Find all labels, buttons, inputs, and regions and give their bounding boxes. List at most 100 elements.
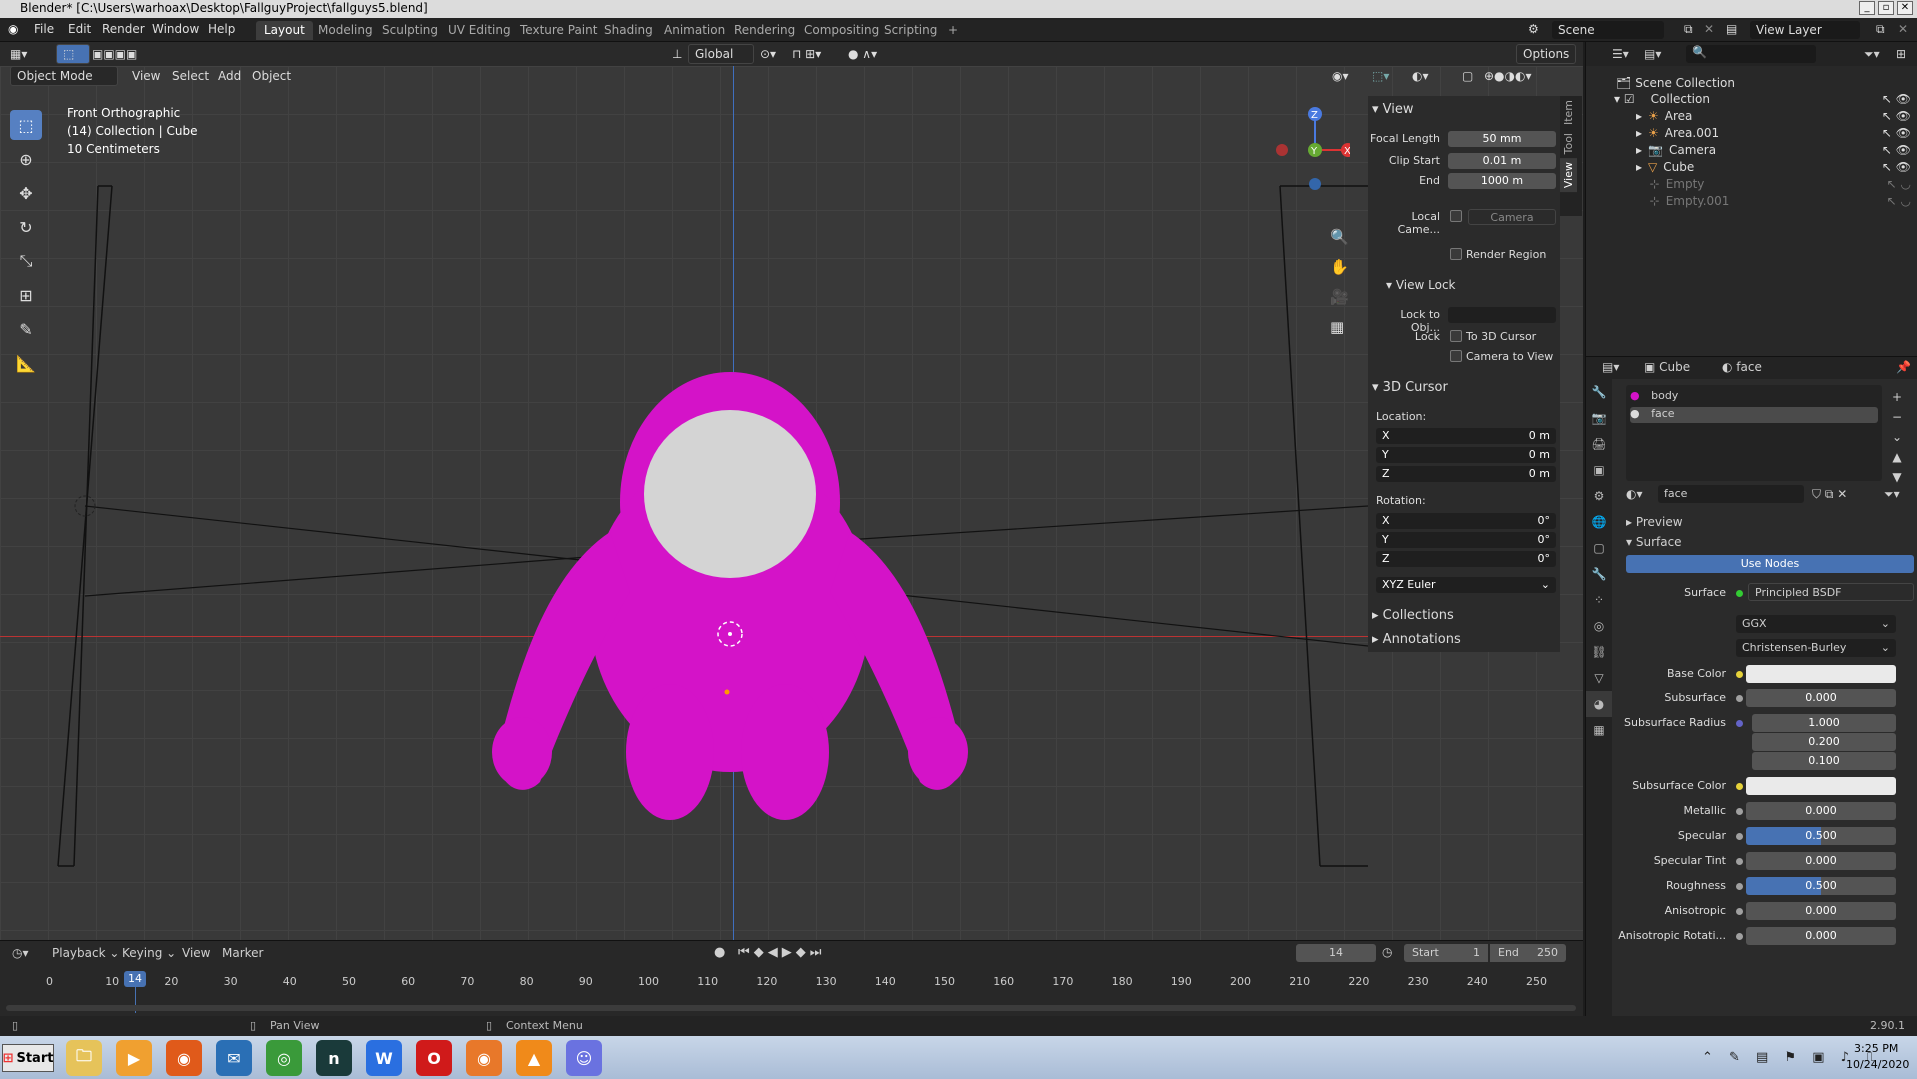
wps-icon[interactable]: W [366, 1040, 402, 1076]
slot-specials-button[interactable]: ⌄ [1892, 427, 1902, 447]
remove-slot-button[interactable]: − [1892, 407, 1902, 427]
tab-uv-editing[interactable]: UV Editing [440, 21, 519, 40]
surface-shader-field[interactable]: Principled BSDF [1748, 583, 1914, 601]
prop-value-field[interactable]: 0.500 [1746, 827, 1896, 845]
editor-type-icon[interactable]: ▦▾ [10, 47, 27, 61]
constraints-tab-icon[interactable]: ⛓ [1586, 639, 1612, 665]
outliner-item-area[interactable]: ▸ ☀ Area [1636, 109, 1692, 123]
scene-field[interactable]: Scene [1552, 21, 1664, 39]
scene-collection-item[interactable]: 🗂 Scene Collection [1616, 76, 1735, 90]
slot-face[interactable]: ● face [1630, 407, 1878, 423]
tab-tool[interactable]: Tool [1560, 129, 1577, 158]
select-box-icon[interactable]: ⬚ [56, 44, 90, 64]
physics-tab-icon[interactable]: ◎ [1586, 613, 1612, 639]
start-frame-field[interactable]: Start 1 [1404, 944, 1488, 962]
camera-view-icon[interactable]: 🎥 [1330, 282, 1349, 312]
cursor-rotation-y[interactable]: Y 0° [1376, 532, 1556, 548]
tab-layout[interactable]: Layout [256, 21, 313, 40]
vp-menu-object[interactable]: Object [252, 69, 291, 83]
media-player-icon[interactable]: ▶ [116, 1040, 152, 1076]
empty001-visibility-icon[interactable]: ↖ ◡ [1887, 194, 1911, 208]
world-tab-icon[interactable]: 🌐 [1586, 509, 1612, 535]
view-section-header[interactable]: ▾ View [1372, 102, 1414, 117]
focal-length-field[interactable]: 50 mm [1448, 131, 1556, 147]
clip-start-field[interactable]: 0.01 m [1448, 153, 1556, 169]
tab-shading[interactable]: Shading [596, 21, 661, 40]
tab-texture-paint[interactable]: Texture Paint [512, 21, 605, 40]
proportional-edit-icon[interactable]: ● ∧▾ [848, 47, 877, 61]
cube-visibility-icon[interactable]: ↖ 👁 [1882, 160, 1911, 174]
use-nodes-button[interactable]: Use Nodes [1626, 555, 1914, 573]
prop-value-field[interactable]: 0.500 [1746, 877, 1896, 895]
vp-menu-add[interactable]: Add [218, 69, 241, 83]
maximize-button[interactable]: ▫ [1878, 1, 1894, 15]
prop-value-field[interactable] [1746, 665, 1896, 683]
gizmo-icon[interactable]: ⬚▾ [1372, 69, 1389, 83]
outliner-item-camera[interactable]: ▸ 📷 Camera [1636, 143, 1716, 157]
overlay-icon[interactable]: ◐▾ [1412, 69, 1429, 83]
mode-dropdown[interactable]: Object Mode [10, 66, 118, 86]
rotation-mode-dropdown[interactable]: XYZ Euler ⌄ [1376, 577, 1556, 593]
area-visibility-icon[interactable]: ↖ 👁 [1882, 109, 1911, 123]
pivot-icon[interactable]: ⊙▾ [760, 47, 776, 61]
end-frame-field[interactable]: End 250 [1490, 944, 1566, 962]
timeline-editor-icon[interactable]: ◷▾ [12, 946, 29, 960]
vlc-icon[interactable]: ▲ [516, 1040, 552, 1076]
menu-file[interactable]: File [34, 22, 54, 36]
tab-rendering[interactable]: Rendering [726, 21, 803, 40]
cursor-tool-icon[interactable]: ⊕ [10, 144, 42, 174]
add-workspace-button[interactable]: + [940, 21, 966, 40]
cursor-location-y[interactable]: Y0 m [1376, 447, 1556, 463]
thunderbird-icon[interactable]: ✉ [216, 1040, 252, 1076]
rotate-tool-icon[interactable]: ↻ [10, 212, 42, 242]
navigation-gizmo[interactable]: Z X Y [1270, 104, 1350, 214]
discord-icon[interactable]: ☺ [566, 1040, 602, 1076]
scale-tool-icon[interactable]: ⤡ [10, 246, 42, 276]
prop-value-field[interactable]: 0.000 [1746, 902, 1896, 920]
start-button[interactable]: ⊞ Start [2, 1044, 54, 1072]
menu-edit[interactable]: Edit [68, 22, 91, 36]
playback-menu[interactable]: Playback ⌄ [52, 946, 119, 960]
view-layer-field[interactable]: View Layer [1750, 21, 1860, 39]
output-tab-icon[interactable]: 🖨 [1586, 431, 1612, 457]
zoom-icon[interactable]: 🔍 [1330, 222, 1349, 252]
display-mode-icon[interactable]: ▤▾ [1644, 47, 1661, 61]
menu-help[interactable]: Help [208, 22, 235, 36]
current-frame-field[interactable]: 14 [1296, 944, 1376, 962]
xray-icon[interactable]: ▢ [1462, 69, 1473, 83]
chrome-icon[interactable]: ◎ [266, 1040, 302, 1076]
render-region-checkbox[interactable] [1450, 248, 1462, 260]
3d-cursor-header[interactable]: ▾ 3D Cursor [1372, 380, 1448, 395]
prop-value-field[interactable]: 1.000 [1752, 714, 1896, 732]
3d-viewport[interactable]: ▦▾ ⬚ ▣▣▣▣ ⊥ Global ⊙▾ ⊓ ⊞▾ ● ∧▾ Options … [0, 42, 1583, 940]
cursor-rotation-x[interactable]: X 0° [1376, 513, 1556, 529]
material-filter-icon[interactable]: ⏷▾ [1884, 487, 1900, 502]
collection-item[interactable]: ▾ ☑ Collection [1614, 92, 1710, 106]
new-collection-icon[interactable]: ⊞ [1896, 47, 1906, 61]
measure-tool-icon[interactable]: 📐 [10, 348, 42, 378]
tab-compositing[interactable]: Compositing [796, 21, 887, 40]
tool-tab-icon[interactable]: 🔧 [1586, 379, 1612, 405]
menu-window[interactable]: Window [152, 22, 199, 36]
camera-to-view-checkbox[interactable] [1450, 350, 1462, 362]
scene-new-icon[interactable]: ⧉ [1684, 22, 1693, 37]
outliner-item-empty-001[interactable]: ⊹ Empty.001 [1636, 194, 1730, 208]
tab-modeling[interactable]: Modeling [310, 21, 381, 40]
scene-tab-icon[interactable]: ⚙ [1586, 483, 1612, 509]
surface-panel-header[interactable]: ▾ Surface [1626, 535, 1682, 549]
collections-header[interactable]: ▸ Collections [1372, 608, 1454, 623]
properties-editor-icon[interactable]: ▤▾ [1602, 360, 1619, 374]
subsurface-method-dropdown[interactable]: Christensen-Burley ⌄ [1736, 639, 1896, 657]
prop-value-field[interactable]: 0.100 [1752, 752, 1896, 770]
opera-icon[interactable]: O [416, 1040, 452, 1076]
move-tool-icon[interactable]: ✥ [10, 178, 42, 208]
filter-icon[interactable]: ⏷▾ [1864, 47, 1880, 62]
select-tool-icon[interactable]: ⬚ [10, 110, 42, 140]
marker-menu[interactable]: Marker [222, 946, 263, 960]
tab-animation[interactable]: Animation [656, 21, 733, 40]
cursor-rotation-z[interactable]: Z 0° [1376, 551, 1556, 567]
orientation-dropdown[interactable]: Global [688, 44, 754, 64]
blender-taskbar-icon[interactable]: ◉ [466, 1040, 502, 1076]
shading-modes-icon[interactable]: ⊕●◑◐▾ [1484, 69, 1532, 83]
empty-visibility-icon[interactable]: ↖ ◡ [1887, 177, 1911, 191]
